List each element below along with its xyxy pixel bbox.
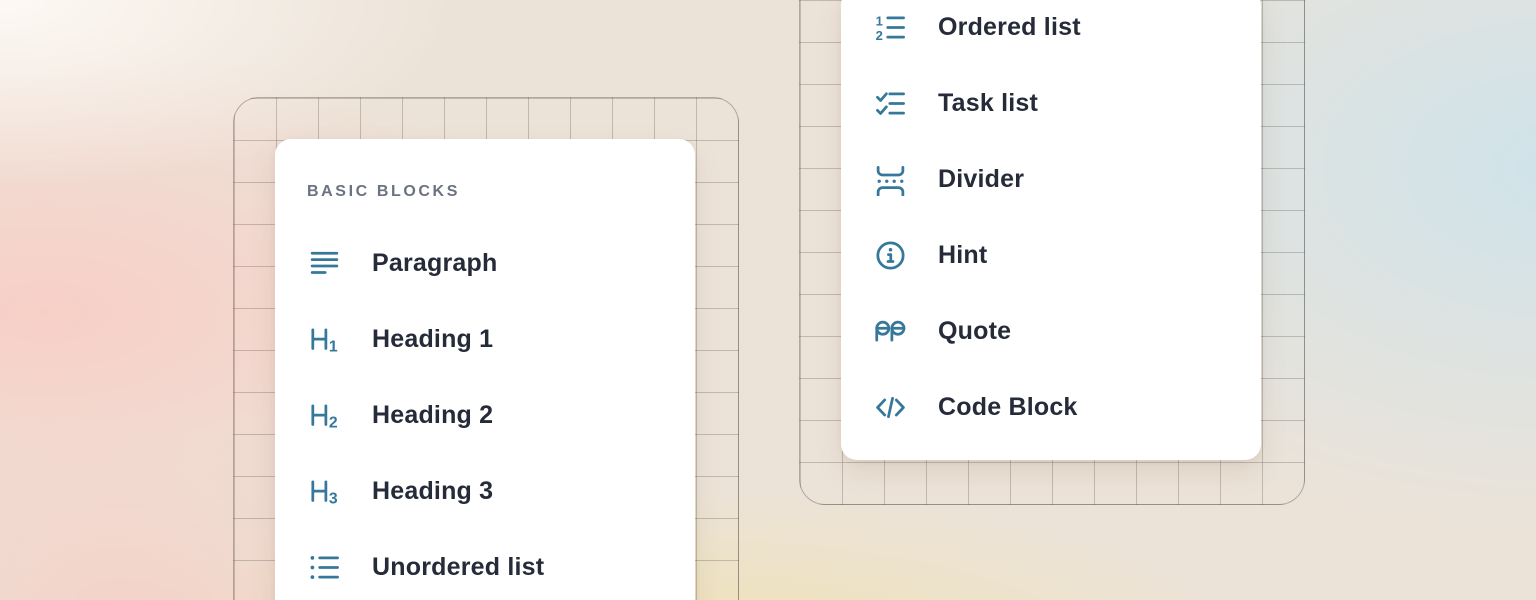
menu-item-label: Code Block <box>938 393 1078 422</box>
menu-item-task-list[interactable]: Task list <box>841 65 1261 141</box>
svg-text:1: 1 <box>328 338 337 355</box>
divider-icon <box>873 162 907 196</box>
basic-blocks-item-list: Paragraph 1 Heading 1 2 Heading 2 3 Head… <box>275 225 695 600</box>
svg-text:2: 2 <box>875 28 882 43</box>
menu-item-label: Ordered list <box>938 13 1081 42</box>
paragraph-icon <box>307 246 341 280</box>
menu-item-label: Unordered list <box>372 553 544 582</box>
blocks-item-list: 12 Ordered list Task list Divider Hint <box>841 0 1261 445</box>
menu-item-heading-3[interactable]: 3 Heading 3 <box>275 453 695 529</box>
menu-item-label: Heading 3 <box>372 477 493 506</box>
menu-item-unordered-list[interactable]: Unordered list <box>275 529 695 600</box>
svg-text:3: 3 <box>328 490 337 507</box>
menu-item-paragraph[interactable]: Paragraph <box>275 225 695 301</box>
heading-1-icon: 1 <box>307 322 341 356</box>
menu-item-heading-1[interactable]: 1 Heading 1 <box>275 301 695 377</box>
menu-item-label: Heading 2 <box>372 401 493 430</box>
menu-item-label: Paragraph <box>372 249 497 278</box>
menu-item-divider[interactable]: Divider <box>841 141 1261 217</box>
menu-item-label: Hint <box>938 241 987 270</box>
svg-text:2: 2 <box>328 414 337 431</box>
menu-item-ordered-list[interactable]: 12 Ordered list <box>841 0 1261 65</box>
ordered-list-icon: 12 <box>873 10 907 44</box>
heading-2-icon: 2 <box>307 398 341 432</box>
menu-item-label: Heading 1 <box>372 325 493 354</box>
menu-item-label: Quote <box>938 317 1011 346</box>
svg-text:1: 1 <box>875 13 882 28</box>
section-header-basic-blocks: BASIC BLOCKS <box>275 159 695 225</box>
menu-item-heading-2[interactable]: 2 Heading 2 <box>275 377 695 453</box>
background-gradient: BASIC BLOCKS Paragraph 1 Heading 1 2 Hea… <box>0 0 1536 600</box>
unordered-list-icon <box>307 550 341 584</box>
blocks-menu-continued: 12 Ordered list Task list Divider Hint <box>841 0 1261 460</box>
task-list-icon <box>873 86 907 120</box>
hint-icon <box>873 238 907 272</box>
menu-item-label: Divider <box>938 165 1024 194</box>
menu-item-code-block[interactable]: Code Block <box>841 369 1261 445</box>
code-block-icon <box>873 390 907 424</box>
heading-3-icon: 3 <box>307 474 341 508</box>
menu-item-label: Task list <box>938 89 1038 118</box>
menu-item-quote[interactable]: Quote <box>841 293 1261 369</box>
menu-item-hint[interactable]: Hint <box>841 217 1261 293</box>
quote-icon <box>873 314 907 348</box>
basic-blocks-menu: BASIC BLOCKS Paragraph 1 Heading 1 2 Hea… <box>275 139 695 600</box>
